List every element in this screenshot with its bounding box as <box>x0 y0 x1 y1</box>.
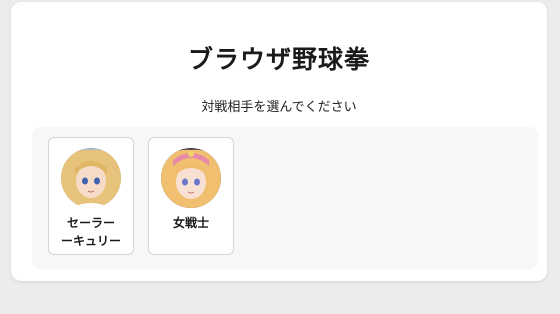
opponent-name-line-1: セーラー <box>66 216 115 230</box>
opponent-card-female-warrior[interactable]: 女戦士 <box>148 137 234 255</box>
page-subtitle: 対戦相手を選んでください <box>201 100 357 115</box>
opponent-card-sailor-mercury[interactable]: セーラー ーキュリー <box>48 137 134 255</box>
opponent-name: 女戦士 <box>149 214 233 232</box>
opponent-name: セーラー ーキュリー <box>49 214 133 250</box>
main-card: ブラウザ野球拳 対戦相手を選んでください セーラー ーキュリー 女戦士 <box>11 2 547 281</box>
opponent-name-line-2: ーキュリー <box>60 234 121 248</box>
page-title: ブラウザ野球拳 <box>187 45 370 74</box>
opponent-list: セーラー ーキュリー 女戦士 <box>32 127 538 269</box>
opponent-name-line-1: 女戦士 <box>172 216 209 230</box>
avatar <box>161 148 221 208</box>
avatar <box>61 148 121 208</box>
